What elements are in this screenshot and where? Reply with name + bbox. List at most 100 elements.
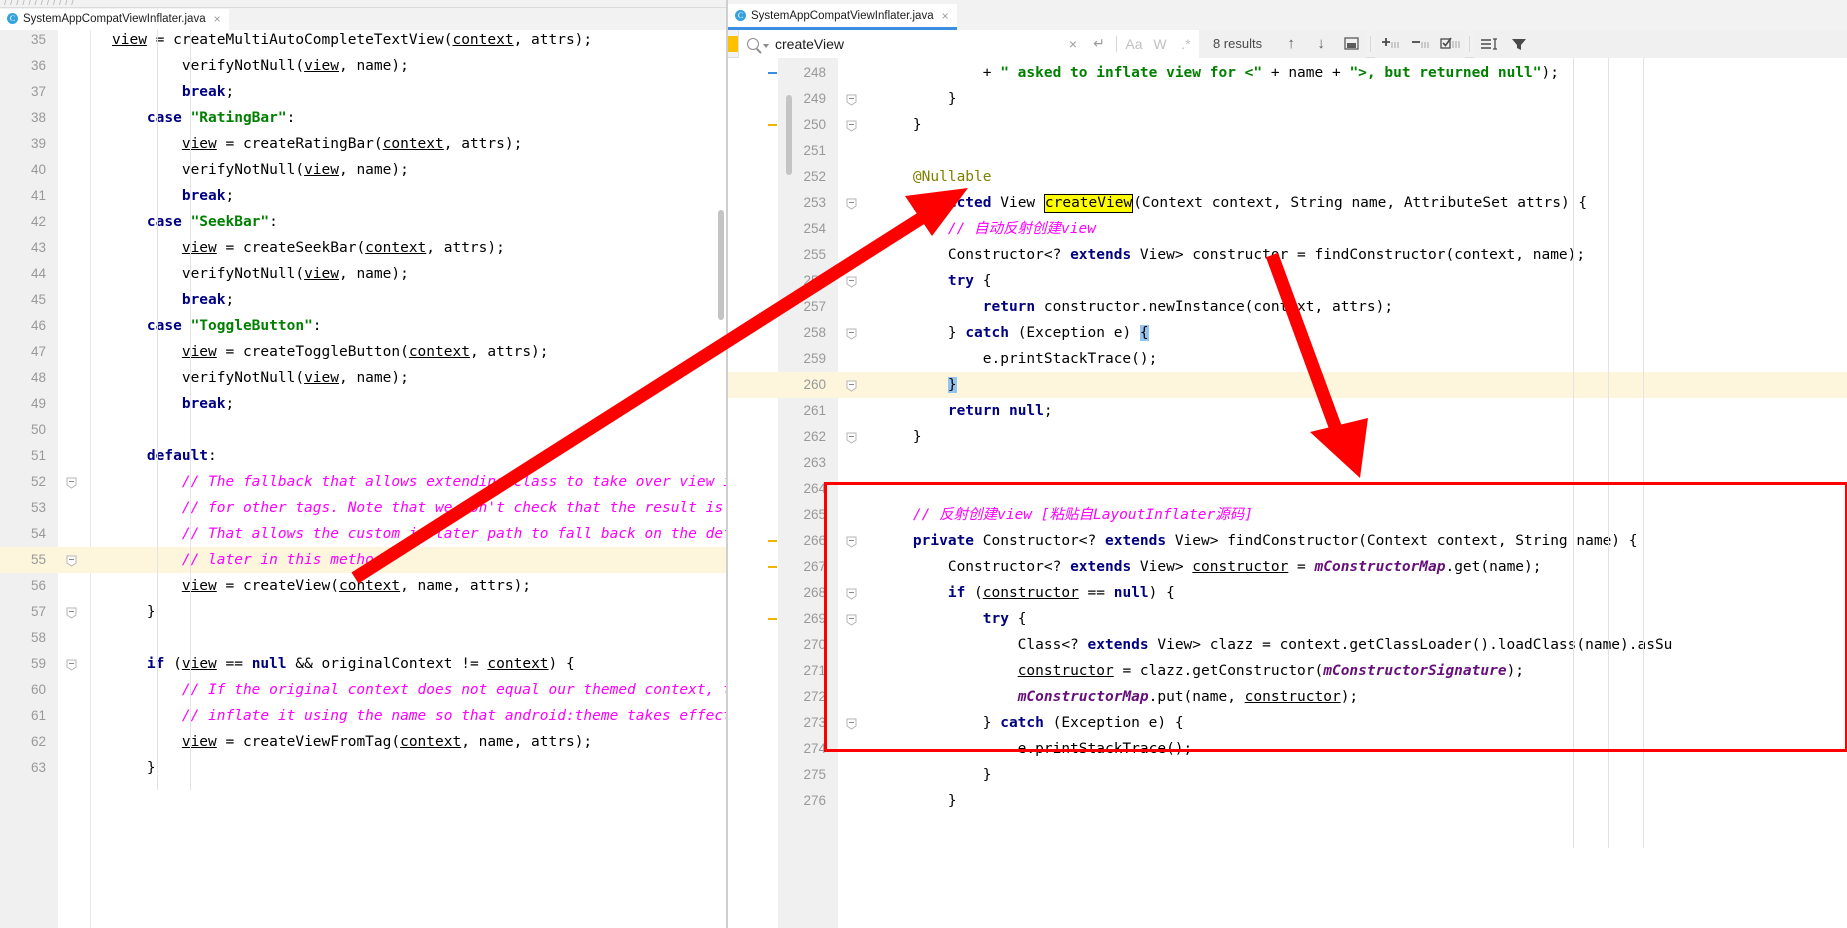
group-results-icon[interactable] [1474,29,1505,58]
code-line: 255 Constructor<? extends View> construc… [728,242,1847,268]
fold-toggle-icon[interactable] [846,328,857,340]
line-number: 275 [803,767,826,782]
whole-words-toggle[interactable]: W [1147,30,1173,58]
right-vertical-scrollbar[interactable] [786,95,792,175]
indent-guide [1573,58,1574,848]
fold-toggle-icon[interactable] [846,120,857,132]
code-line: 52 // The fallback that allows extending… [0,469,726,495]
line-number: 62 [30,734,46,749]
right-editor-panel: C SystemAppCompatViewInflater.java × cre… [728,0,1847,928]
code-text: } catch (Exception e) { [878,715,1184,731]
group-results-icon-svg [1481,37,1498,50]
indent-guide [190,30,191,790]
code-line: 35 view = createMultiAutoCompleteTextView… [0,27,726,53]
fold-toggle-icon[interactable] [846,198,857,210]
previous-match-icon[interactable]: ↑ [1276,29,1307,58]
filter-icon[interactable] [1504,29,1535,58]
fold-toggle-icon[interactable] [846,432,857,444]
left-editor-panel: / / / / / / / / / / / / C SystemAppCompa… [0,0,726,928]
code-line: 54 // That allows the custom inflater pa… [0,521,726,547]
fold-toggle-icon[interactable] [846,536,857,548]
code-line: 39 view = createRatingBar(context, attrs… [0,131,726,157]
chevron-down-icon[interactable] [763,44,769,48]
code-text: // for other tags. Note that we don't ch… [112,500,726,516]
next-match-icon[interactable]: ↓ [1306,29,1337,58]
code-text: case "RatingBar": [146,110,296,126]
code-text: protected View createView(Context contex… [912,194,1588,213]
remove-occurrence-icon[interactable] [1405,29,1436,58]
fold-toggle-icon[interactable] [846,614,857,626]
code-line: 43 view = createSeekBar(context, attrs); [0,235,726,261]
line-number: 262 [803,429,826,444]
line-number: 271 [803,663,826,678]
select-all-occurrences-icon[interactable] [1336,29,1367,58]
code-line: 60 // If the original context does not e… [0,677,726,703]
tab-system-app-compat-view-inflater-right[interactable]: C SystemAppCompatViewInflater.java × [728,4,957,30]
background-tab-strip: / / / / / / / / / / / / [0,0,726,8]
code-line: 63 } [0,755,726,781]
select-occurrence-icon[interactable] [1435,29,1466,58]
line-number: 267 [803,559,826,574]
code-text: break; [181,188,235,204]
code-line: 45 break; [0,287,726,313]
line-number: 272 [803,689,826,704]
code-text: default: [146,448,217,464]
code-text: private Constructor<? extends View> find… [912,533,1638,549]
code-text: // That allows the custom inflater path … [112,526,726,542]
regex-toggle[interactable]: .* [1173,30,1199,58]
search-input-wrapper[interactable]: createView [738,29,1060,58]
panel-divider[interactable] [726,0,728,928]
close-icon[interactable]: × [214,12,221,26]
search-input[interactable]: createView [775,36,844,52]
add-occurrence-icon[interactable] [1375,29,1406,58]
vcs-change-marker [768,72,777,74]
results-count: 8 results [1198,29,1277,58]
code-line: 41 break; [0,183,726,209]
code-line: 48 verifyNotNull(view, name); [0,365,726,391]
fold-toggle-icon[interactable] [846,94,857,106]
code-line: 42 case "SeekBar": [0,209,726,235]
line-number: 257 [803,299,826,314]
code-line: 36 verifyNotNull(view, name); [0,53,726,79]
code-line: 250 } [728,112,1847,138]
clear-search-icon[interactable]: × [1060,30,1086,58]
code-text: if (view == null && originalContext != c… [146,656,575,672]
code-line: 268 if (constructor == null) { [728,580,1847,606]
line-number: 44 [30,266,46,281]
fold-toggle-icon[interactable] [66,555,77,567]
code-line: 259 e.printStackTrace(); [728,346,1847,372]
right-code-editor[interactable]: 248 + " asked to inflate view for <" + n… [728,58,1847,928]
fold-toggle-icon[interactable] [66,659,77,671]
fold-toggle-icon[interactable] [846,718,857,730]
code-text: break; [181,84,235,100]
code-line: 252 @Nullable [728,164,1847,190]
line-number: 49 [30,396,46,411]
code-line: 271 constructor = clazz.getConstructor(m… [728,658,1847,684]
tab-label: SystemAppCompatViewInflater.java [751,9,934,22]
find-controls: × ↵ Aa W .* [1059,29,1199,58]
line-number: 261 [803,403,826,418]
left-code-editor[interactable]: 35 view = createMultiAutoCompleteTextView… [0,30,726,928]
code-text: return null; [947,403,1053,419]
search-history-icon[interactable]: ↵ [1086,30,1112,58]
code-line: 61 // inflate it using the name so that … [0,703,726,729]
fold-toggle-icon[interactable] [66,607,77,619]
fold-toggle-icon[interactable] [846,276,857,288]
fold-toggle-icon[interactable] [66,477,77,489]
fold-toggle-icon[interactable] [846,380,857,392]
vcs-change-marker [768,566,777,568]
line-number: 52 [30,474,46,489]
code-line: 276 } [728,788,1847,814]
search-icon [747,37,759,50]
line-number: 40 [30,162,46,177]
match-case-toggle[interactable]: Aa [1121,30,1147,58]
code-line: 50 [0,417,726,443]
line-number: 273 [803,715,826,730]
code-text: view = createViewFromTag(context, name, … [181,734,593,750]
line-number: 51 [30,448,46,463]
line-number: 270 [803,637,826,652]
left-vertical-scrollbar[interactable] [718,210,724,320]
line-number: 259 [803,351,826,366]
fold-toggle-icon[interactable] [846,588,857,600]
close-icon[interactable]: × [942,9,949,23]
